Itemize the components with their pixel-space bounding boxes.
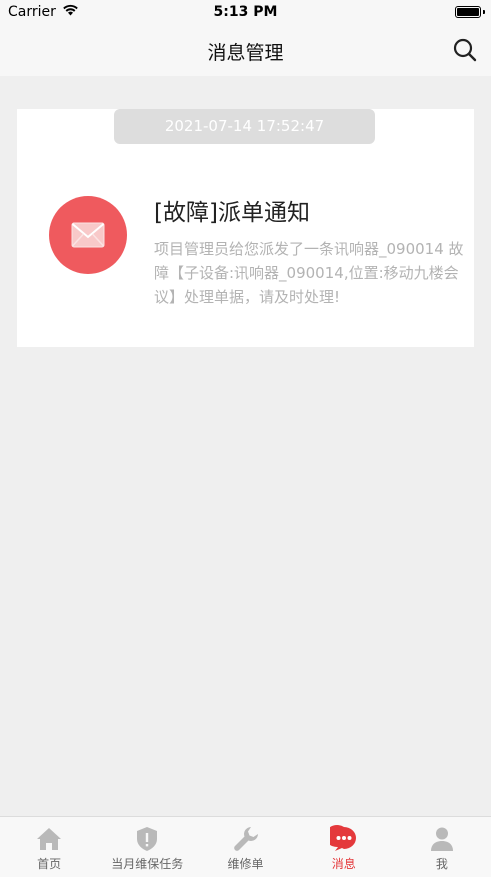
home-icon [37, 828, 62, 850]
person-icon [430, 827, 453, 851]
search-icon [453, 38, 477, 62]
tab-label: 我 [435, 857, 448, 871]
message-icon-badge [49, 196, 127, 274]
search-button[interactable] [451, 36, 479, 64]
tab-label: 首页 [37, 857, 62, 871]
status-bar: Carrier 5:13 PM [0, 0, 491, 26]
page-title: 消息管理 [207, 42, 284, 64]
tab-label: 维修单 [227, 857, 264, 871]
battery-tip [483, 10, 485, 14]
tab-monthly-maintenance[interactable]: 当月维保任务 [98, 817, 196, 877]
wrench-icon [233, 827, 258, 851]
message-body: 项目管理员给您派发了一条讯响器_090014 故障【子设备:讯响器_090014… [154, 240, 464, 306]
tab-repair-orders[interactable]: 维修单 [196, 817, 294, 877]
tab-label: 消息 [331, 857, 356, 871]
clock: 5:13 PM [213, 4, 278, 20]
battery-icon [455, 6, 481, 18]
tab-label: 当月维保任务 [111, 857, 184, 871]
tab-home[interactable]: 首页 [0, 817, 98, 877]
chat-icon [329, 825, 356, 851]
message-timestamp: 2021-07-14 17:52:47 [114, 109, 375, 144]
tab-me[interactable]: 我 [393, 817, 491, 877]
tab-bar: 首页 当月维保任务 维修单 消息 我 [0, 816, 491, 877]
tab-messages[interactable]: 消息 [295, 817, 393, 877]
navigation-bar: 消息管理 [0, 26, 491, 76]
message-card[interactable]: 2021-07-14 17:52:47 [故障]派单通知 项目管理员给您派发了一… [17, 109, 474, 347]
message-title: [故障]派单通知 [154, 200, 310, 226]
shield-icon [137, 827, 158, 851]
envelope-icon [71, 222, 105, 248]
